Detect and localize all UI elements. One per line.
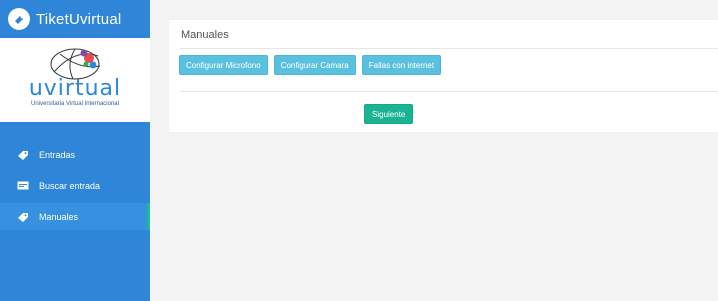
tag-icon: [17, 212, 31, 222]
panel-title: Manuales: [181, 29, 229, 41]
ticket-logo-icon: [8, 8, 30, 30]
configurar-camara-button[interactable]: Configurar Camara: [273, 55, 356, 75]
divider: [180, 91, 718, 92]
globe-logo-icon: [50, 48, 101, 80]
card-icon: [17, 181, 31, 191]
sidebar: TiketUvirtual uvirtual Universitaria Vir…: [0, 0, 150, 301]
sidebar-item-label: Buscar entrada: [39, 180, 101, 191]
sidebar-nav: Entradas Buscar entrada Manuales: [0, 141, 150, 230]
logo-subtitle: Universitaria Virtual Internacional: [31, 101, 119, 107]
siguiente-button[interactable]: Siguiente: [364, 104, 414, 124]
manual-buttons: Configurar Microfono Configurar Camara F…: [179, 55, 442, 75]
configurar-microfono-button[interactable]: Configurar Microfono: [179, 55, 268, 75]
fallas-internet-button[interactable]: Fallas con internet: [361, 55, 442, 75]
logo-wordmark: uvirtual: [28, 76, 122, 101]
sidebar-item-buscar-entrada[interactable]: Buscar entrada: [0, 172, 150, 199]
sidebar-item-label: Manuales: [39, 211, 79, 222]
app-title: TiketUvirtual: [36, 10, 122, 28]
sidebar-item-manuales[interactable]: Manuales: [0, 203, 150, 230]
university-logo: uvirtual Universitaria Virtual Internaci…: [0, 38, 150, 122]
sidebar-item-entradas[interactable]: Entradas: [0, 141, 150, 168]
sidebar-item-label: Entradas: [39, 149, 76, 160]
manuales-panel: Manuales Configurar Microfono Configurar…: [169, 20, 718, 132]
brand-header[interactable]: TiketUvirtual: [0, 0, 150, 38]
divider: [180, 48, 718, 49]
tag-icon: [17, 150, 31, 160]
